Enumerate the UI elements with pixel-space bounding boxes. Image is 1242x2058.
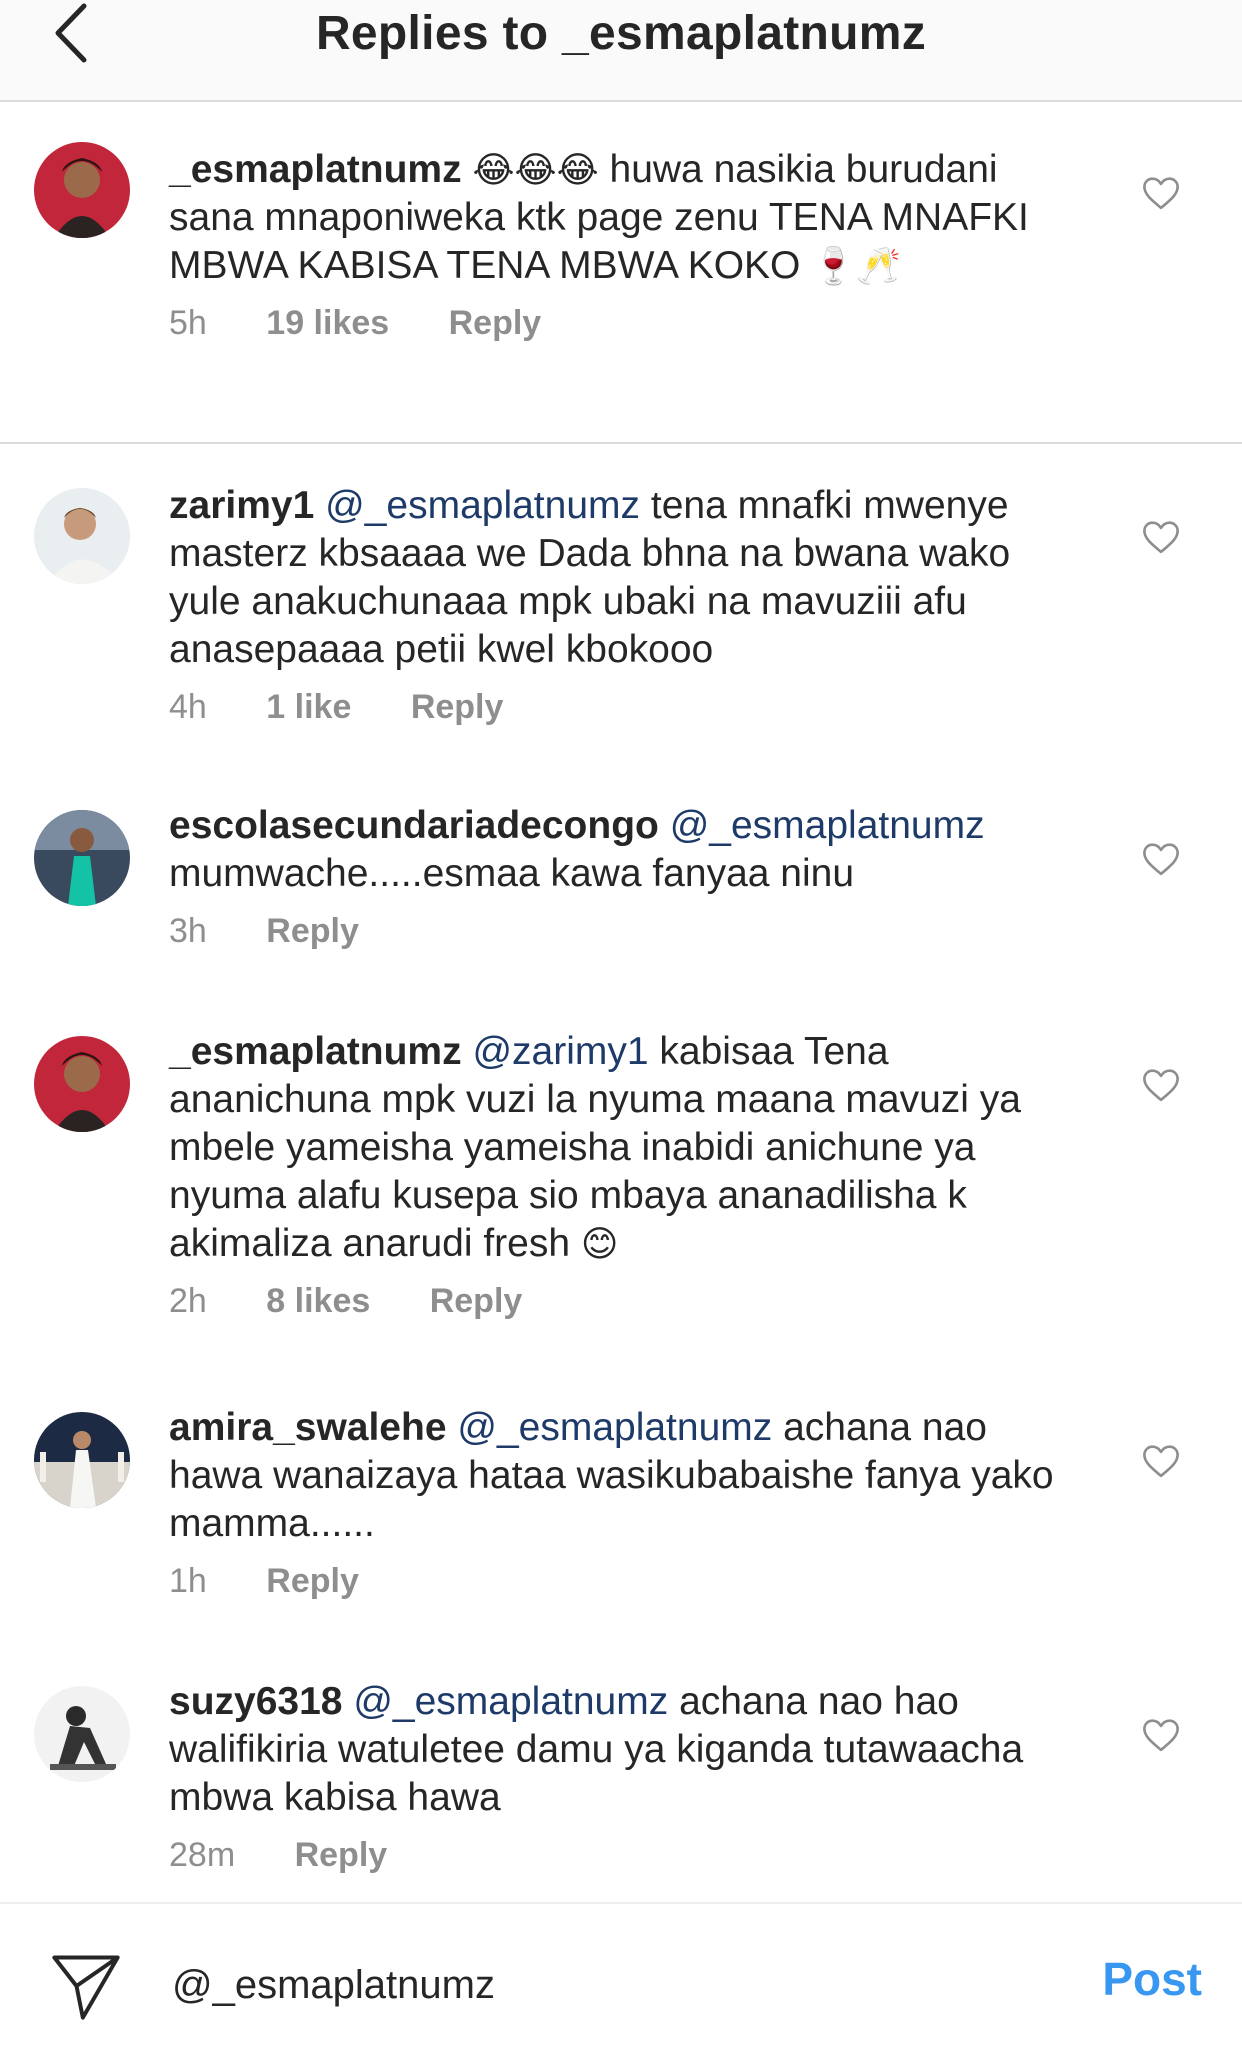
- laughing-emoji: 😂😂😂: [472, 149, 599, 190]
- comment-likes[interactable]: 19 likes: [266, 304, 389, 343]
- comment-text: escolasecundariadecongo @_esmaplatnumz m…: [169, 802, 1069, 898]
- comment-likes[interactable]: 8 likes: [266, 1282, 370, 1321]
- heart-outline-icon[interactable]: [1140, 838, 1182, 880]
- avatar-image: [34, 1686, 130, 1782]
- comment-mention[interactable]: @_esmaplatnumz: [353, 1680, 668, 1723]
- comment-meta: 28m Reply: [169, 1836, 1069, 1875]
- avatar[interactable]: [34, 1036, 130, 1132]
- comment-composer: Post: [0, 1902, 1242, 2058]
- header-bar: Replies to _esmaplatnumz: [0, 0, 1242, 102]
- reply-button[interactable]: Reply: [266, 1562, 359, 1601]
- avatar[interactable]: [34, 1412, 130, 1508]
- comment-time: 2h: [169, 1282, 207, 1320]
- heart-outline-icon[interactable]: [1140, 1714, 1182, 1756]
- reply-button[interactable]: Reply: [411, 688, 504, 727]
- heart-outline-icon[interactable]: [1140, 1064, 1182, 1106]
- comment-likes[interactable]: 1 like: [266, 688, 351, 727]
- reply-comment: zarimy1 @_esmaplatnumz tena mnafki mweny…: [0, 444, 1242, 754]
- comment-input[interactable]: [170, 1954, 1024, 2016]
- comment-body: _esmaplatnumz @zarimy1 kabisaa Tena anan…: [169, 1028, 1069, 1321]
- comment-time: 28m: [169, 1836, 236, 1874]
- reply-comment: _esmaplatnumz @zarimy1 kabisaa Tena anan…: [0, 1002, 1242, 1362]
- reply-button[interactable]: Reply: [295, 1836, 388, 1875]
- avatar[interactable]: [34, 142, 130, 238]
- comment-body: zarimy1 @_esmaplatnumz tena mnafki mweny…: [169, 482, 1069, 727]
- comment-meta: 1h Reply: [169, 1562, 1069, 1601]
- comment-time: 5h: [169, 304, 207, 342]
- comment-time: 4h: [169, 688, 207, 726]
- reply-button[interactable]: Reply: [266, 912, 359, 951]
- page-title: Replies to _esmaplatnumz: [315, 7, 927, 60]
- comment-text: amira_swalehe @_esmaplatnumz achana nao …: [169, 1404, 1069, 1548]
- comment-meta: 2h 8 likes Reply: [169, 1282, 1069, 1321]
- comment-body: escolasecundariadecongo @_esmaplatnumz m…: [169, 802, 1069, 951]
- comment-mention[interactable]: @_esmaplatnumz: [457, 1406, 772, 1449]
- wine-emoji: 🍷🥂: [811, 245, 901, 286]
- reply-button[interactable]: Reply: [449, 304, 542, 343]
- comment-body: amira_swalehe @_esmaplatnumz achana nao …: [169, 1404, 1069, 1601]
- comment-username[interactable]: _esmaplatnumz: [169, 1030, 462, 1073]
- parent-comment: _esmaplatnumz 😂😂😂 huwa nasikia burudani …: [0, 102, 1242, 444]
- comment-mention[interactable]: @_esmaplatnumz: [325, 484, 640, 527]
- reply-button[interactable]: Reply: [430, 1282, 523, 1321]
- comment-meta: 4h 1 like Reply: [169, 688, 1069, 727]
- comment-username[interactable]: _esmaplatnumz: [169, 148, 462, 191]
- comment-meta: 5h 19 likes Reply: [169, 304, 1069, 343]
- comment-username[interactable]: zarimy1: [169, 484, 314, 527]
- avatar-image: [34, 142, 130, 238]
- avatar[interactable]: [34, 1686, 130, 1782]
- comment-username[interactable]: suzy6318: [169, 1680, 342, 1723]
- avatar-image: [34, 1036, 130, 1132]
- avatar-image: [34, 1412, 130, 1508]
- comment-meta: 3h Reply: [169, 912, 1069, 951]
- reply-comment: escolasecundariadecongo @_esmaplatnumz m…: [0, 776, 1242, 986]
- comment-text: suzy6318 @_esmaplatnumz achana nao hao w…: [169, 1678, 1069, 1822]
- smiling-emoji: 😊: [580, 1223, 619, 1264]
- comment-text: zarimy1 @_esmaplatnumz tena mnafki mweny…: [169, 482, 1069, 674]
- heart-outline-icon[interactable]: [1140, 516, 1182, 558]
- heart-outline-icon[interactable]: [1140, 1440, 1182, 1482]
- post-button[interactable]: Post: [1102, 1952, 1202, 2006]
- reply-comment: amira_swalehe @_esmaplatnumz achana nao …: [0, 1378, 1242, 1628]
- heart-outline-icon[interactable]: [1140, 172, 1182, 214]
- comment-username[interactable]: escolasecundariadecongo: [169, 804, 659, 847]
- comment-body: _esmaplatnumz 😂😂😂 huwa nasikia burudani …: [169, 146, 1069, 343]
- avatar[interactable]: [34, 488, 130, 584]
- reply-comment: suzy6318 @_esmaplatnumz achana nao hao w…: [0, 1652, 1242, 1892]
- avatar-image: [34, 810, 130, 906]
- comment-text: _esmaplatnumz @zarimy1 kabisaa Tena anan…: [169, 1028, 1069, 1268]
- comment-mention[interactable]: @zarimy1: [472, 1030, 648, 1073]
- comment-mention[interactable]: @_esmaplatnumz: [670, 804, 985, 847]
- avatar-image: [34, 488, 130, 584]
- comment-time: 1h: [169, 1562, 207, 1600]
- comment-username[interactable]: amira_swalehe: [169, 1406, 447, 1449]
- comment-text: _esmaplatnumz 😂😂😂 huwa nasikia burudani …: [169, 146, 1069, 290]
- comment-body: suzy6318 @_esmaplatnumz achana nao hao w…: [169, 1678, 1069, 1875]
- comment-message: mumwache.....esmaa kawa fanyaa ninu: [169, 852, 855, 895]
- paper-plane-icon[interactable]: [48, 1948, 124, 2024]
- avatar[interactable]: [34, 810, 130, 906]
- comment-time: 3h: [169, 912, 207, 950]
